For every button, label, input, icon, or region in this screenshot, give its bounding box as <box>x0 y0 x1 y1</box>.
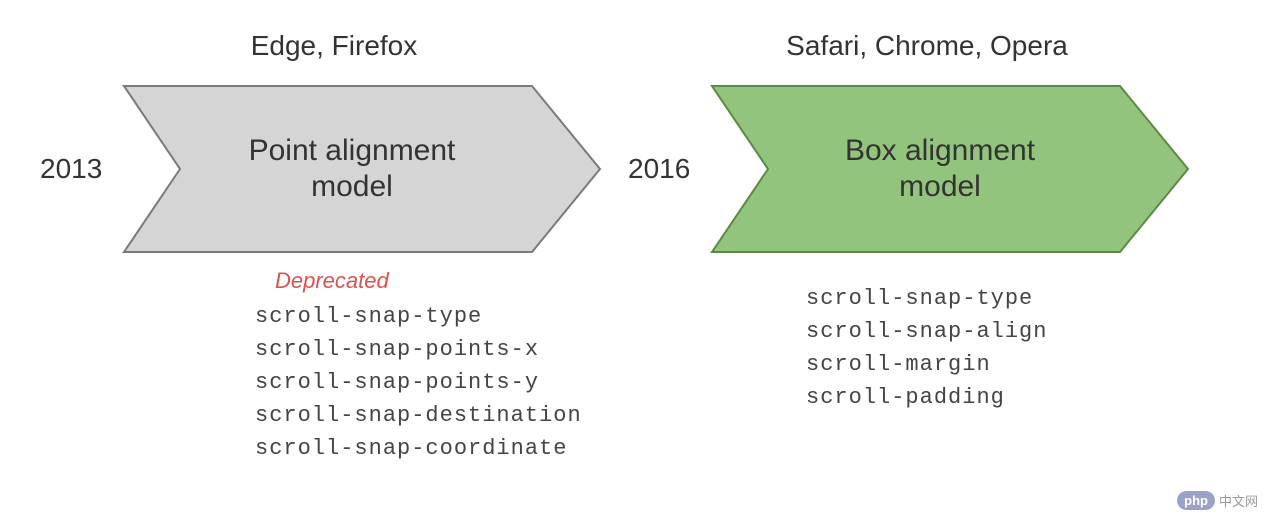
watermark-text: 中文网 <box>1219 491 1258 510</box>
right-prop-3: scroll-margin <box>806 348 1047 381</box>
watermark-php-badge: php <box>1177 491 1215 510</box>
right-prop-4: scroll-padding <box>806 381 1047 414</box>
left-prop-5: scroll-snap-coordinate <box>255 432 582 465</box>
watermark: php 中文网 <box>1177 491 1258 510</box>
right-arrow-line2: model <box>899 170 981 203</box>
right-arrow-shape: Box alignment model <box>710 84 1190 254</box>
right-properties-list: scroll-snap-type scroll-snap-align scrol… <box>806 282 1047 414</box>
left-model-block: Edge, Firefox 2013 Point alignment model… <box>40 30 628 465</box>
right-model-block: Safari, Chrome, Opera 2016 Box alignment… <box>628 30 1226 465</box>
left-properties-list: scroll-snap-type scroll-snap-points-x sc… <box>255 300 582 465</box>
diagram-container: Edge, Firefox 2013 Point alignment model… <box>0 0 1266 495</box>
left-arrow-line2: model <box>311 170 393 203</box>
left-header: Edge, Firefox <box>251 30 418 62</box>
right-prop-1: scroll-snap-type <box>806 282 1047 315</box>
left-prop-4: scroll-snap-destination <box>255 399 582 432</box>
left-prop-1: scroll-snap-type <box>255 300 582 333</box>
right-header: Safari, Chrome, Opera <box>786 30 1068 62</box>
left-year: 2013 <box>40 153 110 185</box>
right-year: 2016 <box>628 153 698 185</box>
left-arrow-shape: Point alignment model <box>122 84 602 254</box>
deprecated-label: Deprecated <box>275 268 389 294</box>
left-arrow-label: Point alignment model <box>229 133 496 205</box>
right-arrow-label: Box alignment model <box>825 133 1075 205</box>
left-prop-3: scroll-snap-points-y <box>255 366 582 399</box>
right-prop-2: scroll-snap-align <box>806 315 1047 348</box>
left-arrow-line1: Point alignment <box>249 134 456 167</box>
left-prop-2: scroll-snap-points-x <box>255 333 582 366</box>
right-arrow-line1: Box alignment <box>845 134 1035 167</box>
left-arrow-row: 2013 Point alignment model <box>40 84 628 254</box>
right-arrow-row: 2016 Box alignment model <box>628 84 1226 254</box>
